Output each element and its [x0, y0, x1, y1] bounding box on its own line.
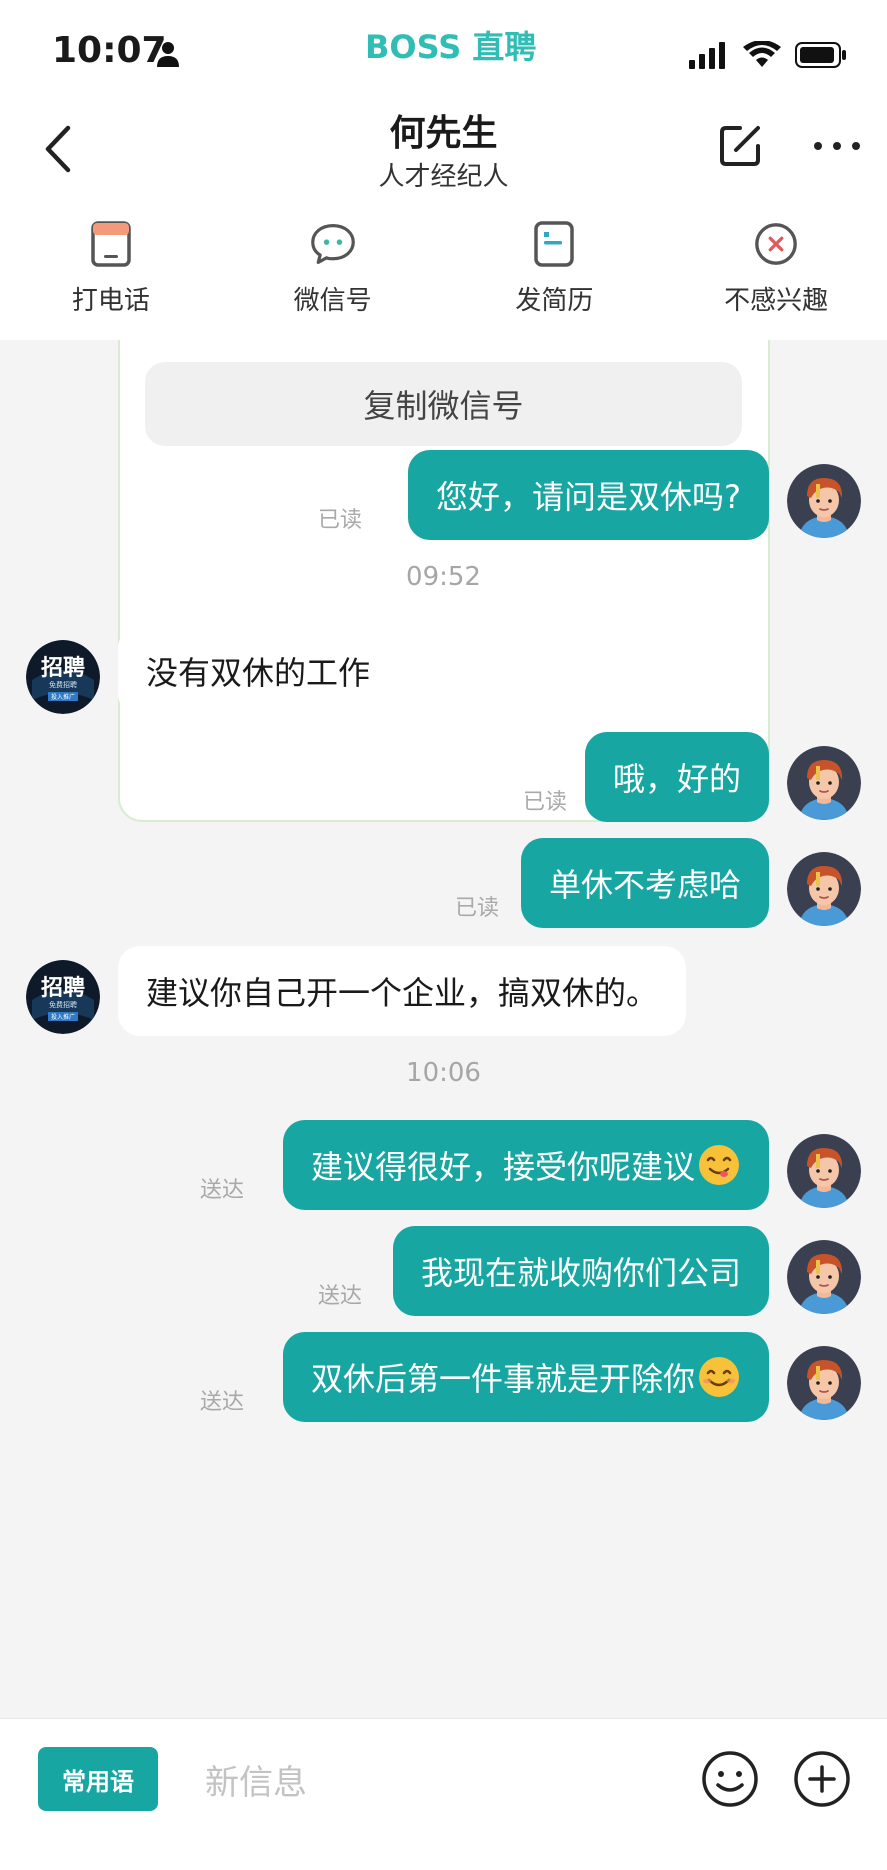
message-text: 您好，请问是双休吗?: [436, 478, 741, 516]
my-avatar[interactable]: [787, 746, 861, 820]
chat-header: 何先生 人才经纪人: [0, 100, 887, 192]
smile-face-emoji-icon: [699, 1357, 739, 1397]
chat-area[interactable]: 复制微信号 已读 您好，请问是双休吗? 09:52 招聘 免费招聘 投入推广 没…: [0, 340, 887, 1718]
my-avatar[interactable]: [787, 1240, 861, 1314]
other-message-bubble[interactable]: 建议你自己开一个企业，搞双休的。: [118, 946, 687, 1036]
message-text: 没有双休的工作: [146, 654, 371, 692]
chat-bubble-icon: [310, 223, 355, 265]
timestamp: 10:06: [406, 1058, 481, 1088]
wechat-label: 微信号: [293, 286, 372, 316]
my-message-bubble[interactable]: 建议得很好，接受你呢建议: [282, 1120, 769, 1210]
resume-icon: [534, 221, 575, 267]
cartoon-person-icon: [787, 464, 861, 538]
svg-text:免费招聘: 免费招聘: [49, 680, 77, 689]
signal-icon: [689, 42, 725, 69]
recruiter-avatar[interactable]: 招聘 免费招聘 投入推广: [26, 960, 100, 1034]
recruiter-avatar[interactable]: 招聘 免费招聘 投入推广: [26, 640, 100, 714]
cartoon-person-icon: [787, 1134, 861, 1208]
other-message-bubble[interactable]: 没有双休的工作: [118, 626, 399, 716]
message-input[interactable]: 新信息: [205, 1755, 307, 1804]
my-avatar[interactable]: [787, 464, 861, 538]
more-icon[interactable]: [812, 140, 862, 152]
svg-text:投入推广: 投入推广: [51, 1013, 75, 1021]
my-avatar[interactable]: [787, 1346, 861, 1420]
delivered-status: 送达: [200, 1178, 245, 1203]
my-avatar[interactable]: [787, 852, 861, 926]
svg-text:免费招聘: 免费招聘: [49, 1000, 77, 1009]
wechat-action[interactable]: 微信号: [222, 190, 444, 340]
svg-text:投入推广: 投入推广: [51, 693, 75, 701]
message-text: 建议你自己开一个企业，搞双休的。: [146, 974, 659, 1012]
message-text: 双休后第一件事就是开除你: [310, 1360, 695, 1398]
not-interested-action[interactable]: 不感兴趣: [665, 190, 887, 340]
my-message-bubble[interactable]: 单休不考虑哈: [520, 838, 769, 928]
my-avatar[interactable]: [787, 1134, 861, 1208]
my-message-bubble[interactable]: 双休后第一件事就是开除你: [282, 1332, 769, 1422]
delivered-status: 送达: [200, 1390, 245, 1415]
status-time: 10:07: [52, 30, 167, 71]
battery-icon: [795, 42, 846, 68]
send-resume-action[interactable]: 发简历: [444, 190, 666, 340]
brand-logo: BOSS 直聘: [365, 28, 537, 66]
message-text: 哦，好的: [612, 760, 741, 798]
not-interested-icon: [755, 223, 797, 265]
svg-text:招聘: 招聘: [41, 656, 85, 681]
common-phrases-button[interactable]: 常用语: [38, 1747, 158, 1811]
read-status: 已读: [318, 508, 363, 533]
plus-icon[interactable]: [792, 1749, 852, 1809]
cartoon-person-icon: [787, 852, 861, 926]
recruiting-logo-icon: 招聘 免费招聘 投入推广: [26, 960, 100, 1034]
wifi-icon: [743, 41, 781, 67]
call-label: 打电话: [71, 286, 150, 316]
input-bar: 常用语 新信息: [0, 1718, 887, 1870]
message-text: 我现在就收购你们公司: [420, 1254, 741, 1292]
delivered-status: 送达: [318, 1284, 363, 1309]
yum-face-emoji-icon: [699, 1145, 739, 1185]
read-status: 已读: [523, 790, 568, 815]
message-text: 建议得很好，接受你呢建议: [310, 1148, 695, 1186]
my-message-bubble[interactable]: 哦，好的: [584, 732, 769, 822]
cartoon-person-icon: [787, 1240, 861, 1314]
call-action[interactable]: 打电话: [0, 190, 222, 340]
read-status: 已读: [455, 896, 500, 921]
resume-label: 发简历: [515, 286, 594, 316]
message-text: 单休不考虑哈: [548, 866, 741, 904]
timestamp: 09:52: [406, 562, 481, 592]
my-message-bubble[interactable]: 我现在就收购你们公司: [392, 1226, 769, 1316]
my-message-bubble[interactable]: 您好，请问是双休吗?: [408, 450, 769, 540]
svg-text:招聘: 招聘: [41, 976, 85, 1001]
cartoon-person-icon: [787, 746, 861, 820]
person-icon: [157, 42, 179, 67]
phone-icon: [91, 221, 131, 267]
recruiting-logo-icon: 招聘 免费招聘 投入推广: [26, 640, 100, 714]
edit-icon[interactable]: [718, 122, 764, 168]
not-interested-label: 不感兴趣: [724, 286, 829, 316]
status-bar: 10:07 BOSS 直聘: [0, 0, 887, 100]
copy-wechat-button[interactable]: 复制微信号: [145, 362, 742, 446]
cartoon-person-icon: [787, 1346, 861, 1420]
action-bar: 打电话 微信号 发简历 不感兴趣: [0, 190, 887, 340]
emoji-icon[interactable]: [700, 1749, 760, 1809]
